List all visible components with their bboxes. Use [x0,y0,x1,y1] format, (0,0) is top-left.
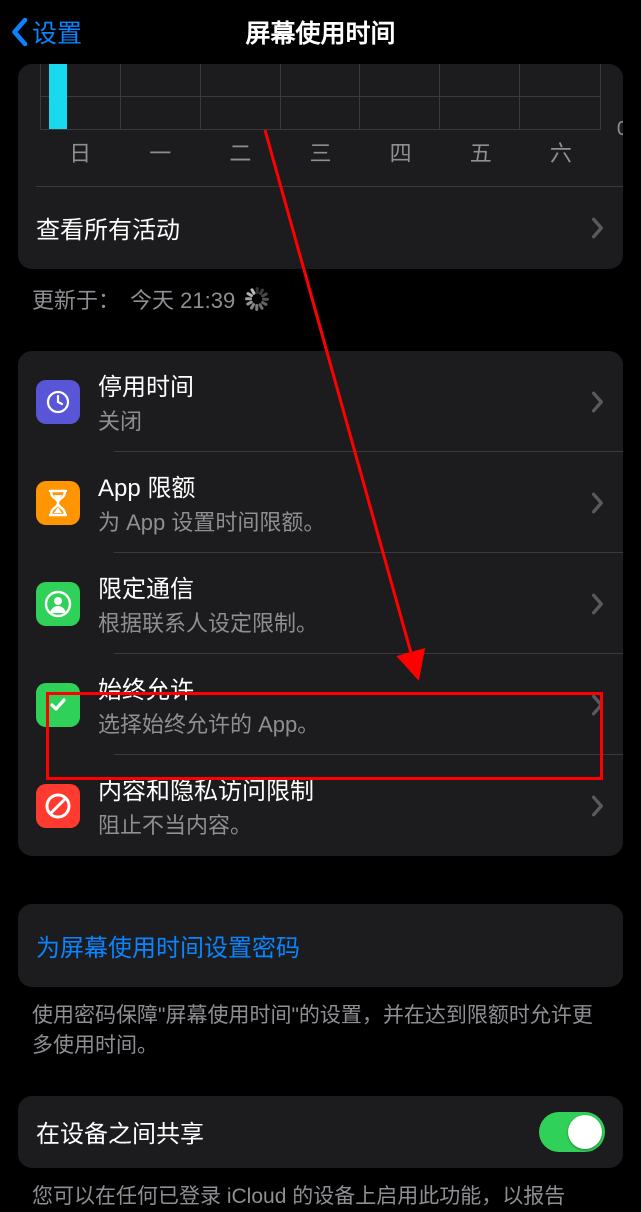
see-all-activity-row[interactable]: 查看所有活动 [18,186,623,269]
contact-icon [36,582,80,626]
hourglass-icon [36,481,80,525]
passcode-group: 为屏幕使用时间设置密码 [18,904,623,987]
chart-x-label: 六 [521,136,601,168]
back-button[interactable]: 设置 [0,14,82,50]
chart-bar [49,64,67,129]
communication-limits-row[interactable]: 限定通信根据联系人设定限制。 [18,553,623,654]
chart-x-label: 三 [280,136,360,168]
chart-x-label: 五 [441,136,521,168]
chevron-right-icon [591,795,605,817]
set-passcode-row[interactable]: 为屏幕使用时间设置密码 [18,904,623,987]
chevron-right-icon [591,492,605,514]
row-subtitle: 根据联系人设定限制。 [98,606,573,638]
row-title: 限定通信 [98,569,573,604]
passcode-footer: 使用密码保障"屏幕使用时间"的设置，并在达到限额时允许更多使用时间。 [32,1001,609,1062]
chevron-right-icon [591,217,605,239]
set-passcode-label: 为屏幕使用时间设置密码 [36,928,300,963]
nav-bar: 设置 屏幕使用时间 [0,0,641,64]
row-title: 内容和隐私访问限制 [98,771,573,806]
toggle-knob [568,1115,602,1149]
content-privacy-row[interactable]: 内容和隐私访问限制阻止不当内容。 [18,755,623,856]
updated-prefix: 更新于： [32,283,120,315]
shield-check-icon [36,683,80,727]
chevron-right-icon [591,391,605,413]
loading-spinner-icon [245,287,269,311]
row-subtitle: 关闭 [98,404,573,436]
page-title: 屏幕使用时间 [0,14,641,50]
share-label: 在设备之间共享 [36,1114,521,1149]
row-subtitle: 选择始终允许的 App。 [98,707,573,739]
see-all-label: 查看所有活动 [36,210,573,245]
clock-icon [36,380,80,424]
updated-value: 今天 21:39 [130,283,235,315]
chart-zero-label: 0 [617,118,623,141]
share-toggle[interactable] [539,1112,605,1152]
row-title: 始终允许 [98,670,573,705]
usage-chart-group: 0 日一二三四五六 查看所有活动 [18,64,623,269]
chart-x-label: 一 [120,136,200,168]
prohibit-icon [36,784,80,828]
usage-chart: 0 日一二三四五六 [18,64,623,168]
updated-at: 更新于： 今天 21:39 [32,283,609,315]
chevron-left-icon [10,17,28,47]
row-title: App 限额 [98,468,573,503]
chart-x-label: 四 [361,136,441,168]
share-across-devices-row[interactable]: 在设备之间共享 [18,1096,623,1168]
row-subtitle: 为 App 设置时间限额。 [98,505,573,537]
back-label: 设置 [32,14,82,50]
chart-x-label: 二 [200,136,280,168]
downtime-row[interactable]: 停用时间关闭 [18,351,623,452]
always-allowed-row[interactable]: 始终允许选择始终允许的 App。 [18,654,623,755]
limits-group: 停用时间关闭App 限额为 App 设置时间限额。限定通信根据联系人设定限制。始… [18,351,623,856]
share-group: 在设备之间共享 [18,1096,623,1168]
chevron-right-icon [591,694,605,716]
share-footer: 您可以在任何已登录 iCloud 的设备上启用此功能，以报告 [32,1182,609,1212]
row-title: 停用时间 [98,367,573,402]
row-subtitle: 阻止不当内容。 [98,808,573,840]
chevron-right-icon [591,593,605,615]
chart-x-label: 日 [40,136,120,168]
app-limits-row[interactable]: App 限额为 App 设置时间限额。 [18,452,623,553]
